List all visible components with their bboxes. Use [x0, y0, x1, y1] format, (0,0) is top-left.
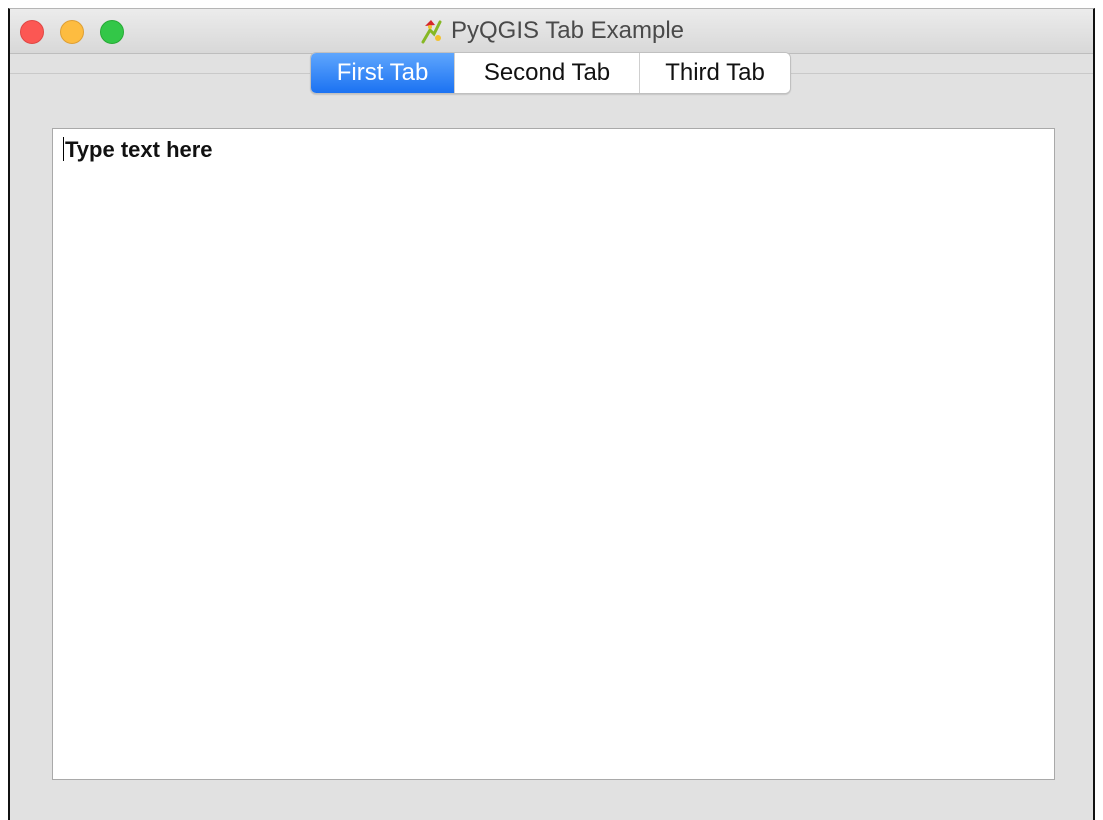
editor-text: Type text here	[65, 137, 213, 162]
window-title: PyQGIS Tab Example	[451, 17, 684, 44]
window-title-group: PyQGIS Tab Example	[10, 9, 1093, 53]
text-editor[interactable]: Type text here	[52, 128, 1055, 780]
text-cursor	[63, 137, 64, 161]
tab-third[interactable]: Third Tab	[639, 53, 790, 93]
title-bar[interactable]: PyQGIS Tab Example	[10, 9, 1093, 54]
tab-bar: First Tab Second Tab Third Tab	[310, 52, 791, 94]
app-window: PyQGIS Tab Example First Tab Second Tab …	[8, 8, 1095, 820]
tab-second[interactable]: Second Tab	[454, 53, 639, 93]
qgis-icon	[421, 20, 442, 44]
tab-first[interactable]: First Tab	[311, 53, 454, 93]
